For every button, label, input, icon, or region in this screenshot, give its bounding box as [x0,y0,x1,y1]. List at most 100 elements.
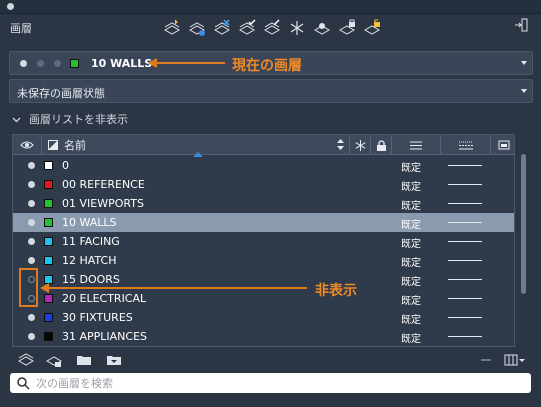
set-current-button[interactable] [237,18,257,38]
layer-linetype[interactable]: 既定 [401,178,421,193]
linetype-icon [410,141,422,149]
layer-search-box [10,373,531,393]
new-layer-button[interactable] [162,18,182,38]
layer-row[interactable]: 0 既定 [13,156,514,175]
open-folder-icon[interactable] [76,352,92,368]
layer-on-toggle[interactable] [28,162,35,169]
lock-button[interactable] [337,18,357,38]
layer-name[interactable]: 12 HATCH [62,254,116,267]
layer-linetype[interactable]: 既定 [401,197,421,212]
current-layer-name: 10 WALLS [91,57,153,70]
layer-linetype[interactable]: 既定 [401,311,421,326]
layer-color-swatch[interactable] [44,161,53,170]
layer-color-swatch[interactable] [44,218,53,227]
unlock-button[interactable] [362,18,382,38]
layer-lineweight[interactable] [448,336,482,337]
layer-color-swatch[interactable] [44,237,53,246]
minus-icon[interactable] [478,352,494,368]
layer-on-toggle[interactable] [28,200,35,207]
layer-color-swatch[interactable] [44,180,53,189]
layer-name[interactable]: 30 FIXTURES [62,311,133,324]
layer-on-toggle[interactable] [28,181,35,188]
column-linetype-header[interactable] [392,135,441,155]
delete-layer-button[interactable] [212,18,232,38]
layer-lineweight[interactable] [448,222,482,223]
column-plot-header[interactable] [491,135,514,155]
layer-row[interactable]: 00 REFERENCE 既定 [13,175,514,194]
layer-lineweight[interactable] [448,260,482,261]
layer-color-swatch[interactable] [44,256,53,265]
layer-list-header: 名前 [13,135,514,155]
search-icon [17,377,30,390]
layer-row[interactable]: 10 WALLS 既定 [13,213,514,232]
layer-list-scrollbar[interactable] [518,134,530,347]
layer-on-toggle[interactable] [28,257,35,264]
current-layer-color-swatch [70,59,79,68]
column-lineweight-header[interactable] [441,135,491,155]
column-settings-icon[interactable] [504,352,526,368]
layer-linetype[interactable]: 既定 [401,235,421,250]
layer-row[interactable]: 31 APPLIANCES 既定 [13,327,514,346]
freeze-button[interactable] [287,18,307,38]
layer-linetype[interactable]: 既定 [401,292,421,307]
eye-icon [20,141,34,149]
layer-name[interactable]: 31 APPLIANCES [62,330,147,343]
layer-color-swatch[interactable] [44,294,53,303]
layer-lineweight[interactable] [448,203,482,204]
lock-status-icon [54,60,61,67]
merge-layers-icon[interactable] [46,352,62,368]
layer-name[interactable]: 11 FACING [62,235,120,248]
layer-row[interactable]: 12 HATCH 既定 [13,251,514,270]
freeze-status-icon [37,60,44,67]
layer-lineweight[interactable] [448,279,482,280]
layer-settings-button[interactable] [262,18,282,38]
hide-layer-list-toggle[interactable]: 画層リストを非表示 [12,111,128,127]
layer-lineweight[interactable] [448,165,482,166]
layer-color-swatch[interactable] [44,332,53,341]
new-layer-icon [163,19,181,35]
layer-toolbar [162,18,382,38]
layer-settings-icon [263,19,281,35]
layer-name[interactable]: 10 WALLS [62,216,117,229]
filter-folder-icon[interactable] [106,352,122,368]
layer-row[interactable]: 30 FIXTURES 既定 [13,308,514,327]
annotation-hidden-box [19,268,38,307]
scrollbar-thumb[interactable] [521,154,526,294]
close-window-button[interactable] [7,3,14,10]
lock-icon [376,139,386,151]
set-current-icon [238,19,256,35]
layer-rows: 0 既定 00 REFERENCE 既定 01 VIEWPORTS 既定 10 WALLS 既… [13,156,514,346]
layer-linetype[interactable]: 既定 [401,216,421,231]
column-lock-header[interactable] [371,135,392,155]
bottom-toolbar [0,350,541,370]
layer-on-toggle[interactable] [28,314,35,321]
layer-row[interactable]: 11 FACING 既定 [13,232,514,251]
layer-row[interactable]: 01 VIEWPORTS 既定 [13,194,514,213]
layer-on-toggle[interactable] [28,333,35,340]
layer-name[interactable]: 01 VIEWPORTS [62,197,144,210]
column-on-header[interactable] [13,135,42,155]
search-input[interactable] [36,375,516,391]
annotation-current-layer: 現在の画層 [232,58,302,74]
layer-linetype[interactable]: 既定 [401,254,421,269]
layer-linetype[interactable]: 既定 [401,273,421,288]
layer-color-swatch[interactable] [44,199,53,208]
layer-color-swatch[interactable] [44,313,53,322]
freeze-icon [290,21,304,35]
isolate-button[interactable] [312,18,332,38]
layer-name[interactable]: 0 [62,159,69,172]
layer-lineweight[interactable] [448,241,482,242]
layer-name[interactable]: 00 REFERENCE [62,178,145,191]
new-layer-vp-frozen-button[interactable] [187,18,207,38]
layer-lineweight[interactable] [448,317,482,318]
dock-icon[interactable] [513,17,529,33]
layer-lineweight[interactable] [448,298,482,299]
layer-on-toggle[interactable] [28,219,35,226]
layer-linetype[interactable]: 既定 [401,330,421,345]
layer-linetype[interactable]: 既定 [401,159,421,174]
column-freeze-header[interactable] [350,135,371,155]
layer-on-toggle[interactable] [28,238,35,245]
layer-walk-icon[interactable] [18,352,34,368]
layer-lineweight[interactable] [448,184,482,185]
layer-state-dropdown[interactable]: 未保存の画層状態 [9,79,533,103]
